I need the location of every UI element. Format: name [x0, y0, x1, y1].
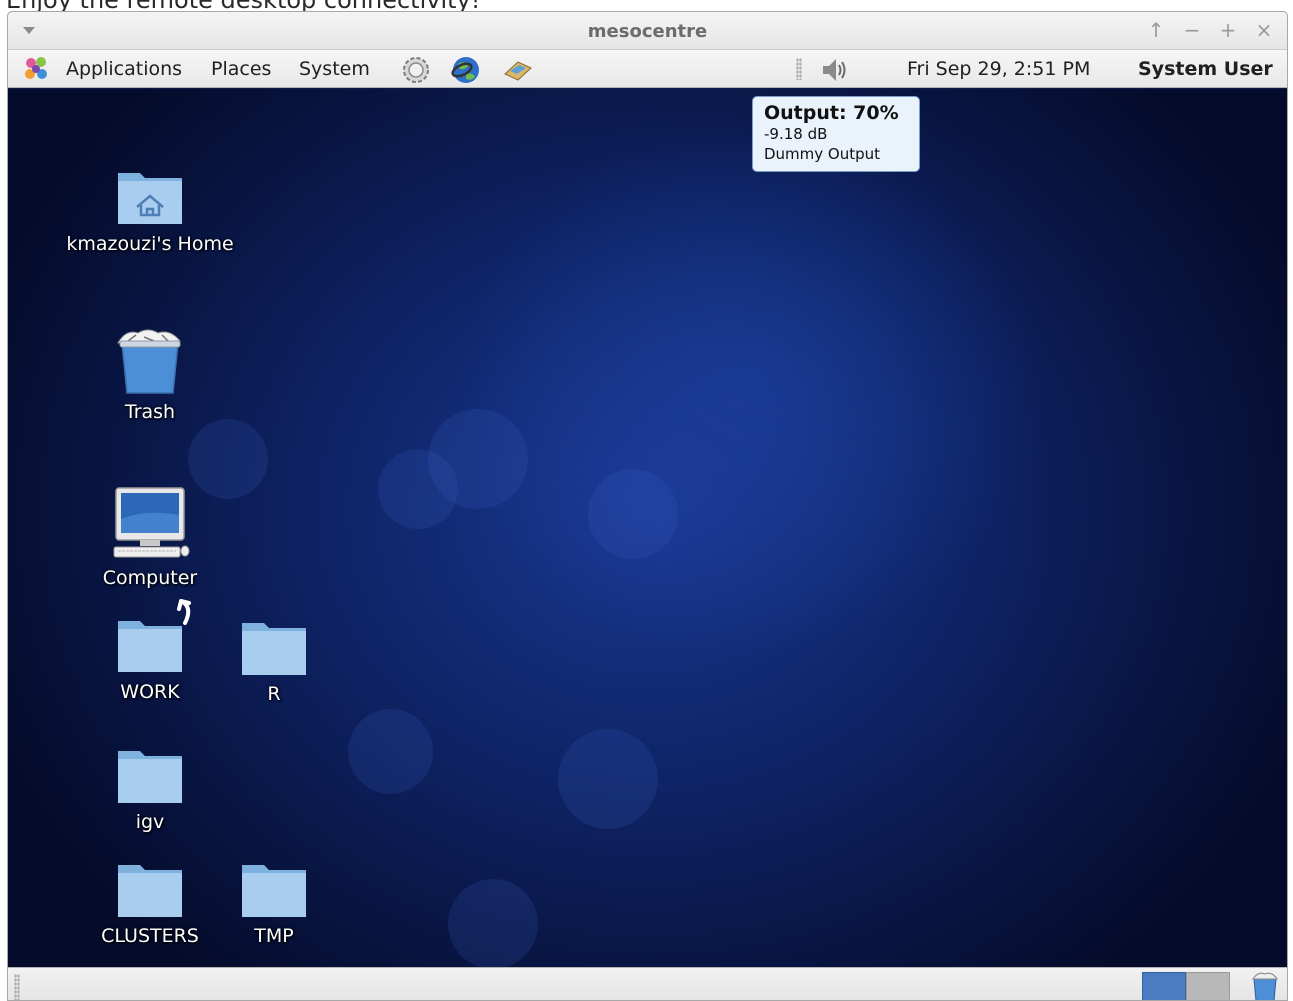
desktop-icon-label: igv — [135, 811, 165, 833]
folder-icon — [118, 751, 182, 803]
remote-desktop-window: mesocentre ↑ − + × Applications Places S… — [7, 11, 1288, 1001]
panel-grip[interactable] — [796, 58, 802, 80]
volume-device-name: Dummy Output — [764, 145, 881, 163]
mail-client-icon[interactable] — [502, 54, 534, 86]
top-panel: Applications Places System Fri Sep 29, 2… — [8, 50, 1287, 88]
desktop-background[interactable]: kmazouzi's Home Trash Computer WORK R ig… — [8, 89, 1287, 967]
computer-icon — [113, 487, 190, 558]
volume-output-level: Output: 70% — [764, 102, 899, 124]
keep-above-button[interactable]: ↑ — [1145, 19, 1167, 41]
workspace-1-button[interactable] — [1142, 972, 1186, 1000]
bottom-panel — [8, 967, 1287, 1001]
system-menu[interactable]: System — [299, 58, 370, 80]
places-menu[interactable]: Places — [211, 58, 271, 80]
gnome-foot-icon — [25, 57, 47, 79]
desktop-icon-r[interactable]: R — [174, 619, 374, 705]
desktop-icon-label: R — [267, 683, 281, 705]
home-folder-icon — [118, 173, 182, 224]
web-browser-icon[interactable] — [450, 54, 482, 86]
trash-applet-icon[interactable] — [1250, 971, 1280, 1001]
desktop-icon-home[interactable]: kmazouzi's Home — [50, 167, 250, 255]
folder-icon — [242, 623, 306, 675]
minimize-button[interactable]: − — [1181, 19, 1203, 41]
speaker-icon[interactable] — [818, 54, 850, 86]
window-title: mesocentre — [587, 21, 708, 42]
volume-decibels: -9.18 dB — [764, 125, 828, 143]
close-button[interactable]: × — [1253, 19, 1275, 41]
desktop-icon-computer[interactable]: Computer — [50, 485, 250, 589]
wallpaper-bubble — [558, 729, 658, 829]
window-controls: ↑ − + × — [1145, 19, 1275, 41]
desktop-icon-label: Trash — [124, 401, 176, 423]
wallpaper-bubble — [448, 879, 538, 967]
workspace-2-button[interactable] — [1186, 972, 1230, 1000]
settings-gear-icon[interactable] — [400, 54, 432, 86]
desktop-icon-label: TMP — [254, 925, 294, 947]
panel-clock[interactable]: Fri Sep 29, 2:51 PM — [907, 58, 1090, 80]
applications-menu[interactable]: Applications — [66, 58, 182, 80]
desktop-icon-igv[interactable]: igv — [50, 747, 250, 833]
trash-icon — [117, 329, 182, 394]
wallpaper-bubble — [588, 469, 678, 559]
volume-tooltip: Output: 70% -9.18 dB Dummy Output — [752, 96, 920, 172]
window-titlebar[interactable]: mesocentre ↑ − + × — [8, 12, 1287, 50]
panel-grip[interactable] — [14, 974, 20, 1000]
wallpaper-bubble — [348, 709, 433, 794]
maximize-button[interactable]: + — [1217, 19, 1239, 41]
folder-icon — [242, 865, 306, 917]
wallpaper-bubble — [378, 449, 458, 529]
desktop-icon-trash[interactable]: Trash — [50, 329, 250, 423]
user-menu[interactable]: System User — [1138, 58, 1273, 80]
desktop-icon-tmp[interactable]: TMP — [174, 861, 374, 947]
desktop-icon-label: kmazouzi's Home — [66, 233, 234, 255]
desktop-icon-label: Computer — [102, 567, 198, 589]
